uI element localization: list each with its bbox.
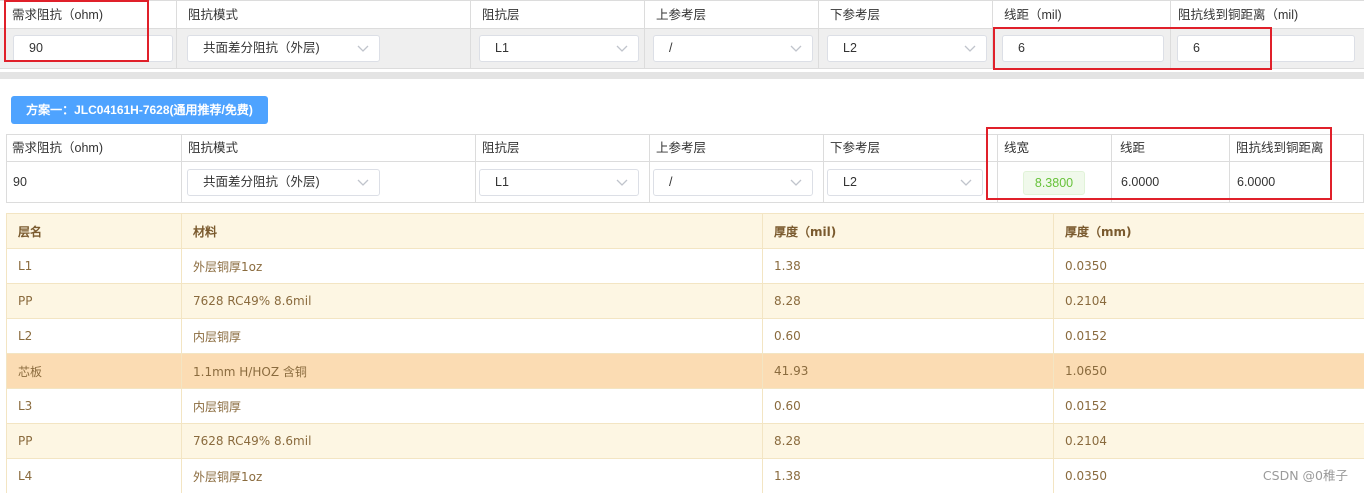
result-header-line-width: 线宽 — [1004, 141, 1030, 155]
impedance-mode-select[interactable]: 共面差分阻抗（外层) — [187, 35, 380, 62]
result-header-line-spacing: 线距 — [1120, 141, 1146, 155]
layer-material-cell: 1.1mm H/HOZ 含铜 — [181, 353, 763, 389]
layer-name-cell: L1 — [6, 248, 182, 284]
layer-name-cell: L4 — [6, 458, 182, 493]
table-row-core: 芯板 1.1mm H/HOZ 含铜 41.93 1.0650 — [6, 353, 1364, 389]
header-lower-reference: 下参考层 — [830, 8, 881, 22]
layer-thickness-mil-cell: 0.60 — [762, 318, 1054, 354]
chevron-down-icon — [790, 45, 802, 53]
layer-header-thickness-mil: 厚度（mil) — [762, 213, 1054, 249]
table-row: L4 外层铜厚1oz 1.38 0.0350 — [6, 458, 1364, 493]
result-upper-reference-value: / — [669, 175, 673, 189]
csdn-watermark: CSDN @0稚子 — [1262, 468, 1348, 483]
chevron-down-icon — [790, 179, 802, 187]
layer-thickness-mil-cell: 41.93 — [762, 353, 1054, 389]
header-impedance-layer: 阻抗层 — [482, 8, 520, 22]
layer-thickness-mm-cell: 0.0152 — [1053, 388, 1364, 424]
result-impedance-layer-select[interactable]: L1 — [479, 169, 639, 196]
layer-name-cell: 芯板 — [6, 353, 182, 389]
layer-thickness-mm-cell: 1.0650 — [1053, 353, 1364, 389]
layer-material-cell: 外层铜厚1oz — [181, 248, 763, 284]
result-header-lower-reference: 下参考层 — [830, 141, 881, 155]
result-copper-distance-value: 6.0000 — [1237, 175, 1276, 189]
result-header-impedance-layer: 阻抗层 — [482, 141, 520, 155]
chevron-down-icon — [357, 179, 369, 187]
impedance-input-table: 需求阻抗（ohm) 阻抗模式 阻抗层 上参考层 下参考层 线距（mil) 阻抗线… — [0, 0, 1364, 70]
layer-name-cell: L3 — [6, 388, 182, 424]
impedance-input[interactable]: 90 — [13, 35, 173, 62]
table-row: L1 外层铜厚1oz 1.38 0.0350 — [6, 248, 1364, 284]
layer-thickness-mm-cell: 0.2104 — [1053, 423, 1364, 459]
table-row: PP 7628 RC49% 8.6mil 8.28 0.2104 — [6, 283, 1364, 319]
layer-material-cell: 外层铜厚1oz — [181, 458, 763, 493]
layer-material-cell: 7628 RC49% 8.6mil — [181, 283, 763, 319]
result-upper-reference-select[interactable]: / — [653, 169, 813, 196]
lower-reference-select[interactable]: L2 — [827, 35, 987, 62]
result-impedance-layer-value: L1 — [495, 175, 509, 189]
result-header-impedance-mode: 阻抗模式 — [188, 141, 239, 155]
table-row: L3 内层铜厚 0.60 0.0152 — [6, 388, 1364, 424]
layer-thickness-mil-cell: 8.28 — [762, 423, 1054, 459]
chevron-down-icon — [964, 45, 976, 53]
line-width-result-tag: 8.3800 — [1023, 171, 1085, 195]
layer-header-name: 层名 — [6, 213, 182, 249]
header-upper-reference: 上参考层 — [656, 8, 707, 22]
result-header-upper-reference: 上参考层 — [656, 141, 707, 155]
layer-table-header-row: 层名 材料 厚度（mil) 厚度（mm) — [6, 213, 1364, 249]
result-impedance-mode-select[interactable]: 共面差分阻抗（外层) — [187, 169, 380, 196]
chevron-down-icon — [616, 179, 628, 187]
upper-reference-value: / — [669, 41, 673, 55]
result-impedance-value: 90 — [13, 175, 27, 189]
layer-thickness-mil-cell: 8.28 — [762, 283, 1054, 319]
table-row: L2 内层铜厚 0.60 0.0152 — [6, 318, 1364, 354]
layer-thickness-mm-cell: 0.2104 — [1053, 283, 1364, 319]
layer-material-cell: 内层铜厚 — [181, 318, 763, 354]
header-copper-distance: 阻抗线到铜距离（mil) — [1178, 8, 1299, 22]
result-lower-reference-select[interactable]: L2 — [827, 169, 983, 196]
chevron-down-icon — [357, 45, 369, 53]
layer-thickness-mil-cell: 0.60 — [762, 388, 1054, 424]
result-impedance-mode-value: 共面差分阻抗（外层) — [203, 175, 320, 189]
chevron-down-icon — [960, 179, 972, 187]
plan-one-button[interactable]: 方案一：JLC04161H-7628(通用推荐/免费) — [11, 96, 268, 124]
result-header-required-impedance: 需求阻抗（ohm) — [12, 141, 103, 155]
impedance-layer-value: L1 — [495, 41, 509, 55]
result-spacing-value: 6.0000 — [1121, 175, 1160, 189]
layer-thickness-mil-cell: 1.38 — [762, 248, 1054, 284]
header-required-impedance: 需求阻抗（ohm) — [12, 8, 103, 22]
table-row: PP 7628 RC49% 8.6mil 8.28 0.2104 — [6, 423, 1364, 459]
chevron-down-icon — [616, 45, 628, 53]
header-impedance-mode: 阻抗模式 — [188, 8, 239, 22]
layer-name-cell: PP — [6, 283, 182, 319]
layer-header-material: 材料 — [181, 213, 763, 249]
result-lower-reference-value: L2 — [843, 175, 857, 189]
layer-name-cell: PP — [6, 423, 182, 459]
layer-material-cell: 内层铜厚 — [181, 388, 763, 424]
upper-reference-select[interactable]: / — [653, 35, 813, 62]
copper-distance-input[interactable]: 6 — [1177, 35, 1355, 62]
impedance-mode-value: 共面差分阻抗（外层) — [203, 41, 320, 55]
layer-header-thickness-mm: 厚度（mm) — [1053, 213, 1364, 249]
lower-reference-value: L2 — [843, 41, 857, 55]
layer-name-cell: L2 — [6, 318, 182, 354]
input-table-header-row: 需求阻抗（ohm) 阻抗模式 阻抗层 上参考层 下参考层 线距（mil) 阻抗线… — [0, 1, 1364, 29]
impedance-layer-select[interactable]: L1 — [479, 35, 639, 62]
layer-material-cell: 7628 RC49% 8.6mil — [181, 423, 763, 459]
layer-thickness-mil-cell: 1.38 — [762, 458, 1054, 493]
layer-thickness-mm-cell: 0.0350 — [1053, 248, 1364, 284]
layer-thickness-mm-cell: 0.0152 — [1053, 318, 1364, 354]
result-header-copper-distance: 阻抗线到铜距离 — [1236, 141, 1324, 155]
result-table-header-row: 需求阻抗（ohm) 阻抗模式 阻抗层 上参考层 下参考层 线宽 线距 阻抗线到铜… — [7, 135, 1363, 162]
layer-stackup-table: 层名 材料 厚度（mil) 厚度（mm) L1 外层铜厚1oz 1.38 0.0… — [6, 213, 1364, 493]
header-line-spacing: 线距（mil) — [1004, 8, 1062, 22]
section-divider — [0, 72, 1364, 79]
line-spacing-input[interactable]: 6 — [1002, 35, 1164, 62]
